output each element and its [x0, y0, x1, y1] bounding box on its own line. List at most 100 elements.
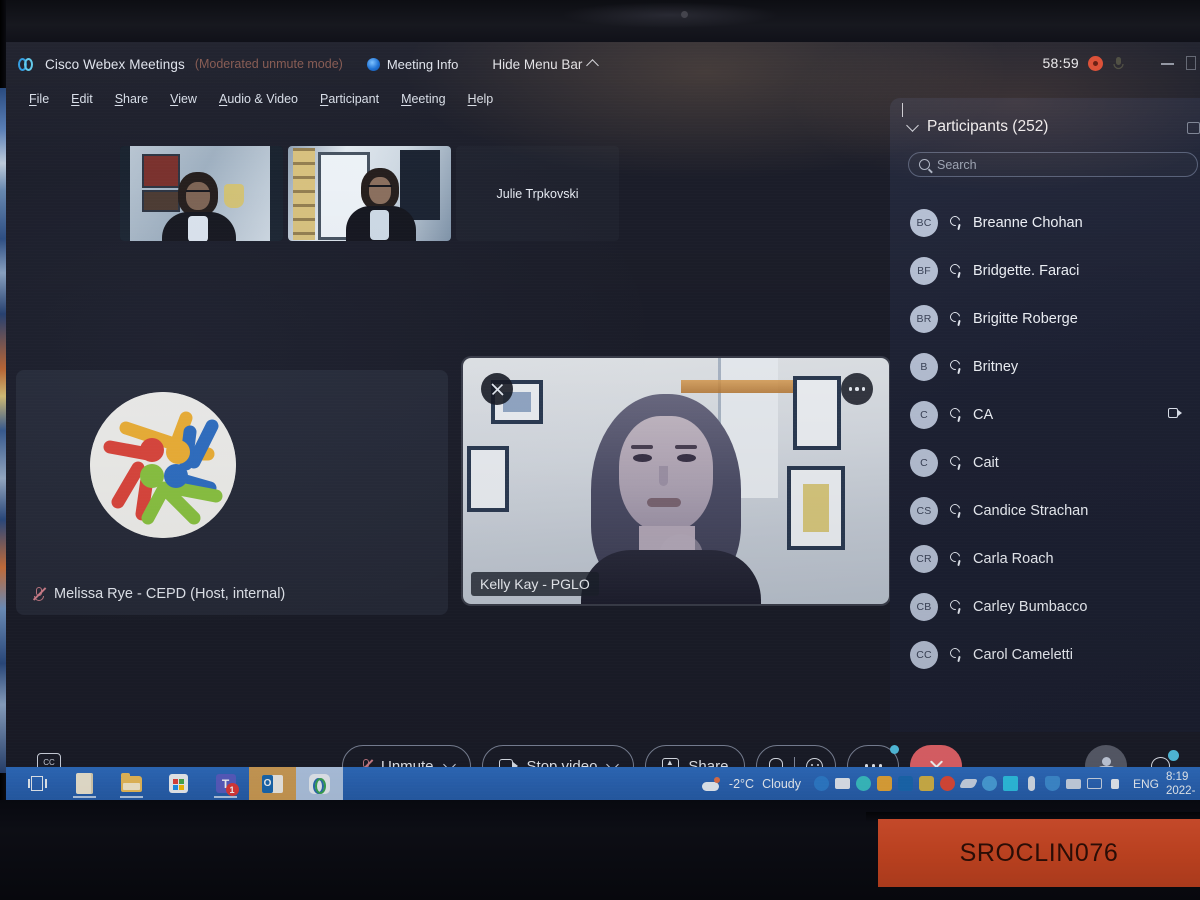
avatar: C [910, 449, 938, 477]
chevron-down-icon[interactable] [906, 118, 919, 132]
weather-widget[interactable]: -2°C Cloudy [692, 776, 811, 791]
video-tile-kelly-kay[interactable]: Kelly Kay - PGLO [463, 358, 889, 604]
taskbar-file-explorer-button[interactable] [108, 767, 155, 800]
bezel-glare [560, 2, 780, 28]
taskbar-outlook-button[interactable]: O [249, 767, 296, 800]
search-input[interactable]: Search [902, 103, 1198, 177]
minimize-button[interactable] [1161, 63, 1174, 65]
thumbnail-video-2[interactable] [288, 146, 451, 241]
list-item[interactable]: C CA [890, 391, 1200, 439]
participants-list[interactable]: BC Breanne Chohan BF Bridgette. Faraci B… [890, 199, 1200, 679]
menu-audio-video[interactable]: Audio & Video [208, 90, 309, 108]
weather-description: Cloudy [762, 776, 801, 791]
list-item[interactable]: C Cait [890, 439, 1200, 487]
avatar: CR [910, 545, 938, 573]
defender-icon[interactable] [1042, 767, 1063, 800]
avatar: B [910, 353, 938, 381]
menu-meeting[interactable]: Meeting [390, 90, 456, 108]
menu-file[interactable]: File [18, 90, 60, 108]
image-icon[interactable] [874, 767, 895, 800]
microsoft-teams-icon: T 1 [215, 774, 239, 796]
keyboard-icon[interactable] [1063, 767, 1084, 800]
meeting-info-button[interactable]: Meeting Info [366, 57, 458, 72]
mic-icon [948, 550, 962, 567]
participant-name: Bridgette. Faraci [973, 263, 1080, 279]
person-brow [675, 445, 697, 449]
volume-icon[interactable] [1105, 767, 1126, 800]
thumbnail-video-1[interactable] [120, 146, 283, 241]
avatar: CB [910, 593, 938, 621]
taskbar-microsoft-store-button[interactable] [155, 767, 202, 800]
list-item[interactable]: BF Bridgette. Faraci [890, 247, 1200, 295]
mic-icon [948, 214, 962, 231]
clock[interactable]: 8:19 2022- [1166, 770, 1196, 798]
taskbar-document-button[interactable] [61, 767, 108, 800]
thumbnail-julie-trpkovski[interactable]: Julie Trpkovski [456, 146, 619, 241]
mic-muted-icon [32, 586, 47, 602]
participant-name: Breanne Chohan [973, 215, 1083, 231]
mic-icon [948, 502, 962, 519]
network-off-icon[interactable] [958, 767, 979, 800]
list-item[interactable]: CB Carley Bumbacco [890, 583, 1200, 631]
avatar: CC [910, 641, 938, 669]
list-item[interactable]: CS Candice Strachan [890, 487, 1200, 535]
mic-icon [948, 358, 962, 375]
panel-expand-icon[interactable] [1187, 122, 1200, 134]
firefox-icon[interactable] [937, 767, 958, 800]
file-explorer-icon [121, 772, 142, 792]
lock-icon[interactable] [916, 767, 937, 800]
hide-menu-bar-label: Hide Menu Bar [492, 56, 583, 72]
video-more-options-button[interactable] [841, 373, 873, 405]
list-item[interactable]: BC Breanne Chohan [890, 199, 1200, 247]
chat-badge [1168, 750, 1179, 761]
bluetooth-icon[interactable] [1000, 767, 1021, 800]
taskbar-task-view-button[interactable] [14, 767, 61, 800]
globe-icon[interactable] [811, 767, 832, 800]
open-indicator [214, 796, 237, 798]
menu-help[interactable]: Help [457, 90, 505, 108]
search-icon [919, 159, 930, 170]
language-indicator[interactable]: ENG [1126, 777, 1166, 791]
outlook-tray-icon[interactable] [895, 767, 916, 800]
clock-date: 2022- [1166, 784, 1196, 797]
list-item[interactable]: CR Carla Roach [890, 535, 1200, 583]
menu-share[interactable]: Share [104, 90, 159, 108]
meeting-info-icon [366, 57, 380, 71]
participant-name: Carla Roach [973, 551, 1054, 567]
hide-menu-bar-button[interactable]: Hide Menu Bar [492, 56, 600, 72]
webcam-dot [681, 11, 688, 18]
participants-title: Participants (252) [927, 118, 1049, 135]
avatar: C [910, 401, 938, 429]
list-item[interactable]: B Britney [890, 343, 1200, 391]
list-item[interactable]: CC Carol Cameletti [890, 631, 1200, 679]
maximize-button[interactable] [1186, 56, 1196, 70]
taskbar-system-tray: -2°C Cloudy ENG 8:19 2022- [692, 767, 1200, 800]
sync-icon[interactable] [979, 767, 1000, 800]
participants-panel-header[interactable]: Participants (252) [890, 98, 1200, 136]
avatar: BR [910, 305, 938, 333]
mail-icon[interactable] [832, 767, 853, 800]
participant-name: Britney [973, 359, 1019, 375]
video-tile-melissa-rye[interactable]: Melissa Rye - CEPD (Host, internal) [16, 370, 448, 615]
moon-icon[interactable] [853, 767, 874, 800]
asset-tag-label: SROCLIN076 [878, 819, 1200, 887]
taskbar-teams-button[interactable]: T 1 [202, 767, 249, 800]
webex-logo-icon [18, 57, 35, 72]
mic-icon [948, 598, 962, 615]
wall-frame [793, 376, 841, 450]
document-icon [76, 773, 93, 794]
wall-frame [787, 466, 845, 550]
list-item[interactable]: BR Brigitte Roberge [890, 295, 1200, 343]
taskbar-webex-button[interactable] [296, 767, 343, 800]
recording-indicator-icon[interactable] [1088, 55, 1103, 71]
webex-titlebar: Cisco Webex Meetings (Moderated unmute m… [6, 42, 1200, 86]
unpin-icon[interactable] [481, 373, 513, 405]
audio-indicator-icon [1113, 56, 1124, 69]
menu-participant[interactable]: Participant [309, 90, 390, 108]
menu-edit[interactable]: Edit [60, 90, 104, 108]
participant-name: Brigitte Roberge [973, 311, 1078, 327]
menu-view[interactable]: View [159, 90, 208, 108]
microphone-icon[interactable] [1021, 767, 1042, 800]
mic-icon [948, 310, 962, 327]
display-icon[interactable] [1084, 767, 1105, 800]
